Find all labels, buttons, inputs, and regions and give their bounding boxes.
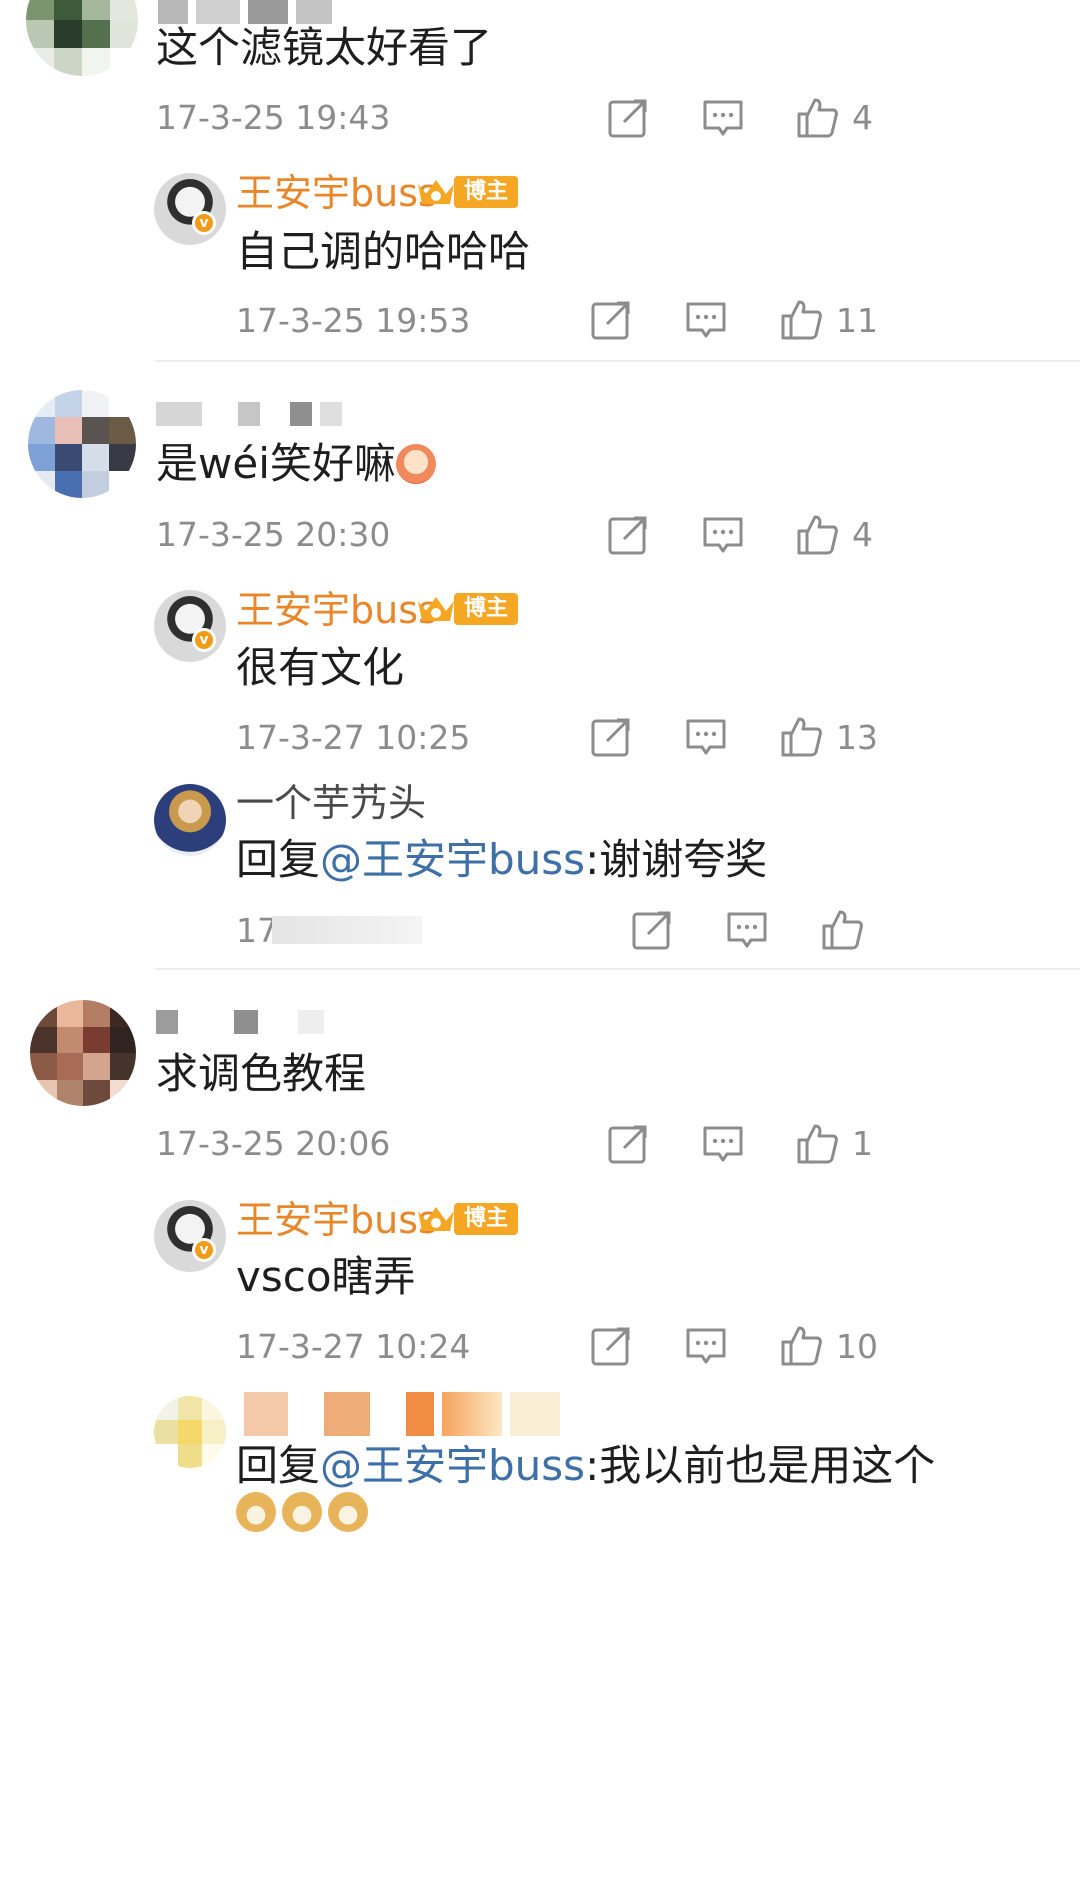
author-avatar[interactable] [154,173,226,245]
doge-emoji-icon [328,1492,368,1532]
reply-timestamp: 17-3-27 10:24 [236,1327,471,1366]
blogger-tag-label: 博主 [454,593,519,625]
doge-emoji-row [236,1492,368,1532]
like-icon[interactable] [795,96,839,140]
like-count: 1 [852,1124,873,1163]
comment-timestamp: 17-3-25 19:43 [156,98,391,137]
reply-text: 回复@王安宇buss:谢谢夸奖 [236,834,767,886]
forward-icon[interactable] [606,513,650,557]
reply-timestamp: 17-3-25 19:53 [236,301,471,340]
like-count: 4 [852,98,873,137]
blogger-badge: 博主 [414,1201,519,1237]
comment-icon[interactable] [684,298,728,342]
author-name[interactable]: 王安宇buss [236,587,438,633]
commenter-avatar[interactable] [30,1000,136,1106]
crown-icon [418,1207,454,1231]
author-avatar[interactable] [154,1200,226,1272]
like-icon[interactable] [779,298,823,342]
like-icon[interactable] [795,513,839,557]
forward-icon[interactable] [589,298,633,342]
like-icon[interactable] [779,715,823,759]
forward-icon[interactable] [606,1122,650,1166]
like-count: 11 [836,301,878,340]
crown-icon [418,597,454,621]
comment-text: 是wéi笑好嘛 [156,438,436,490]
comment-divider [156,360,1080,362]
blurred-username[interactable] [244,1392,560,1436]
blogger-tag-label: 博主 [454,1203,519,1235]
mention-link[interactable]: @王安宇buss [320,835,585,884]
comment-icon[interactable] [684,715,728,759]
like-count: 13 [836,718,878,757]
verified-badge-icon: v [192,628,216,652]
replier-avatar[interactable] [154,1396,226,1468]
comment-text: 求调色教程 [156,1049,367,1098]
reply-body: :谢谢夸奖 [585,835,768,884]
replier-avatar[interactable] [154,784,226,856]
like-icon[interactable] [795,1122,839,1166]
forward-icon[interactable] [606,96,650,140]
blurred-username[interactable] [156,402,342,426]
doge-emoji-icon [282,1492,322,1532]
crown-icon [418,180,454,204]
comment-timestamp: 17-3-25 20:30 [156,515,391,554]
commenter-avatar[interactable] [26,0,138,76]
mention-link[interactable]: @王安宇buss [320,1441,585,1490]
forward-icon[interactable] [630,908,674,952]
replier-name[interactable]: 一个芋艿头 [236,780,426,826]
comment-icon[interactable] [701,513,745,557]
comment-icon[interactable] [725,908,769,952]
author-avatar[interactable] [154,590,226,662]
blurred-timestamp [272,916,422,944]
comment-divider [156,968,1080,970]
comment-icon[interactable] [701,1122,745,1166]
blurred-username[interactable] [156,1010,324,1034]
reply-timestamp: 17-3-27 10:25 [236,718,471,757]
commenter-avatar[interactable] [28,390,136,498]
doge-emoji-icon [236,1492,276,1532]
forward-icon[interactable] [589,715,633,759]
verified-badge-icon: v [192,211,216,235]
blogger-tag-label: 博主 [454,176,519,208]
like-icon[interactable] [779,1324,823,1368]
author-name[interactable]: 王安宇buss [236,170,438,216]
reply-text: 很有文化 [236,643,405,692]
reply-body: :我以前也是用这个 [585,1441,936,1490]
reply-text: 自己调的哈哈哈 [236,227,531,276]
laugh-emoji-icon [395,444,436,484]
reply-text: 回复@王安宇buss:我以前也是用这个 [236,1440,935,1492]
comment-timestamp: 17-3-25 20:06 [156,1124,391,1163]
comment-icon[interactable] [684,1324,728,1368]
author-name[interactable]: 王安宇buss [236,1197,438,1243]
blogger-badge: 博主 [414,591,519,627]
blurred-username[interactable] [158,0,332,24]
forward-icon[interactable] [589,1324,633,1368]
verified-badge-icon: v [192,1238,216,1262]
reply-text: vsco瞎弄 [236,1252,416,1301]
comment-text: 这个滤镜太好看了 [156,23,493,72]
reply-prefix: 回复 [236,1441,321,1490]
reply-prefix: 回复 [236,835,321,884]
like-count: 4 [852,515,873,554]
comment-text-body: 是wéi笑好嘛 [156,439,396,488]
like-count: 10 [836,1327,878,1366]
blogger-badge: 博主 [414,174,519,210]
comment-icon[interactable] [701,96,745,140]
like-icon[interactable] [820,908,864,952]
